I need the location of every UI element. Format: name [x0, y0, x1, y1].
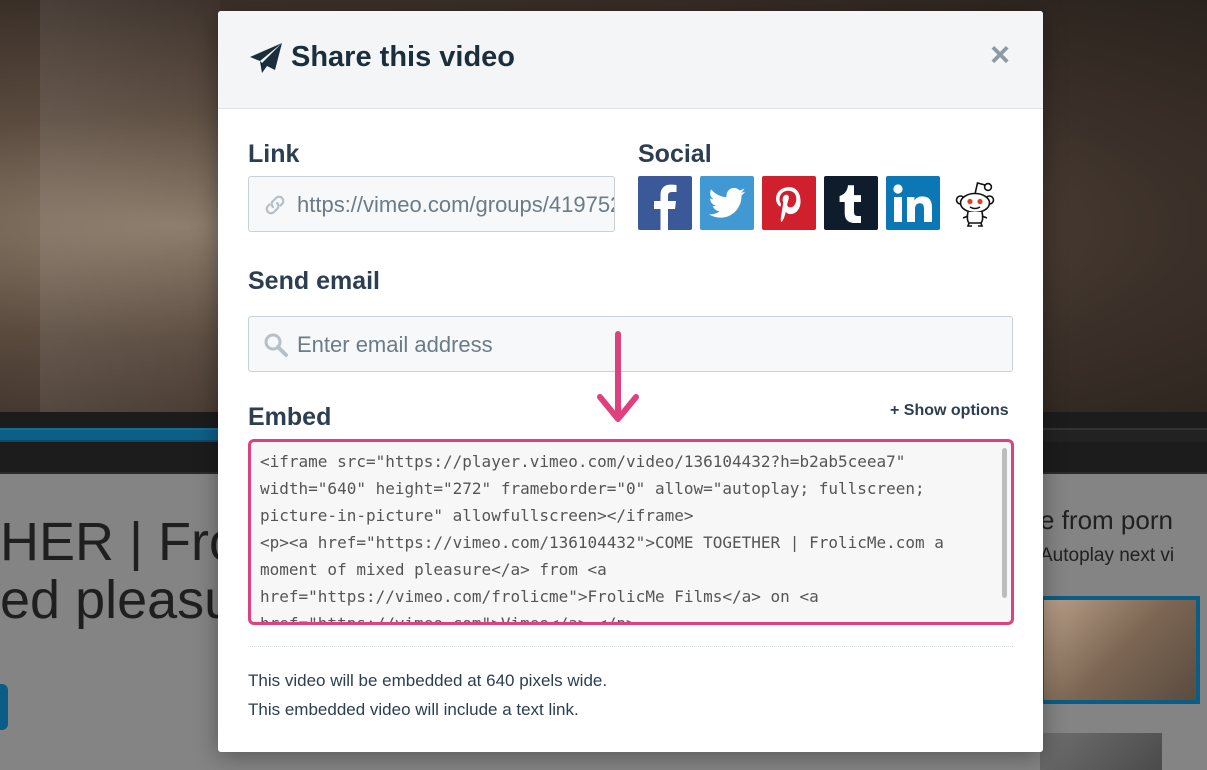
- background-button: [0, 684, 8, 730]
- modal-title: Share this video: [291, 41, 516, 73]
- close-button[interactable]: ×: [987, 38, 1013, 72]
- facebook-icon: [654, 184, 677, 230]
- search-icon: [264, 333, 288, 357]
- twitter-share-button[interactable]: [700, 176, 754, 230]
- background-video-thumbnail: [1040, 596, 1200, 704]
- pinterest-icon: [776, 187, 801, 222]
- share-modal: Share this video × Link https://vimeo.co…: [218, 11, 1043, 752]
- embed-scrollbar[interactable]: [1002, 448, 1007, 598]
- tumblr-icon: [839, 185, 861, 223]
- link-value: https://vimeo.com/groups/419752/videos/1…: [297, 192, 614, 217]
- link-field[interactable]: https://vimeo.com/groups/419752/videos/1…: [248, 176, 615, 232]
- reddit-share-button[interactable]: [948, 176, 1002, 230]
- pinterest-share-button[interactable]: [762, 176, 816, 230]
- social-label: Social: [638, 140, 712, 168]
- background-autoplay-label: Autoplay next vi: [1040, 545, 1175, 566]
- embed-code-box[interactable]: <iframe src="https://player.vimeo.com/vi…: [248, 439, 1014, 625]
- link-label: Link: [248, 140, 300, 168]
- linkedin-icon: [893, 184, 932, 222]
- twitter-icon: [708, 187, 746, 218]
- background-video-thumbnail-2: [1040, 733, 1162, 770]
- linkedin-share-button[interactable]: [886, 176, 940, 230]
- show-options-link[interactable]: + Show options: [890, 402, 1009, 420]
- modal-header: Share this video ×: [218, 11, 1043, 109]
- paper-plane-icon: [250, 43, 282, 73]
- annotation-arrow-icon: [597, 331, 639, 422]
- send-email-label: Send email: [248, 267, 380, 295]
- embed-link-note: This embedded video will include a text …: [248, 700, 579, 719]
- background-video-title: HER | Fro: [0, 512, 240, 572]
- background-progress-track: [1040, 428, 1207, 442]
- divider: [248, 646, 1013, 647]
- facebook-share-button[interactable]: [638, 176, 692, 230]
- tumblr-share-button[interactable]: [824, 176, 878, 230]
- embed-label: Embed: [248, 403, 332, 431]
- embed-code-textarea[interactable]: <iframe src="https://player.vimeo.com/vi…: [260, 448, 995, 622]
- background-video-title-line2: ed pleasu: [0, 570, 235, 630]
- embed-width-note: This video will be embedded at 640 pixel…: [248, 671, 608, 690]
- link-icon: [265, 195, 285, 215]
- email-input[interactable]: [297, 327, 997, 363]
- reddit-icon: [955, 182, 995, 227]
- background-sidebar-heading: e from porn: [1040, 505, 1173, 535]
- background-progress-bar: [0, 428, 230, 442]
